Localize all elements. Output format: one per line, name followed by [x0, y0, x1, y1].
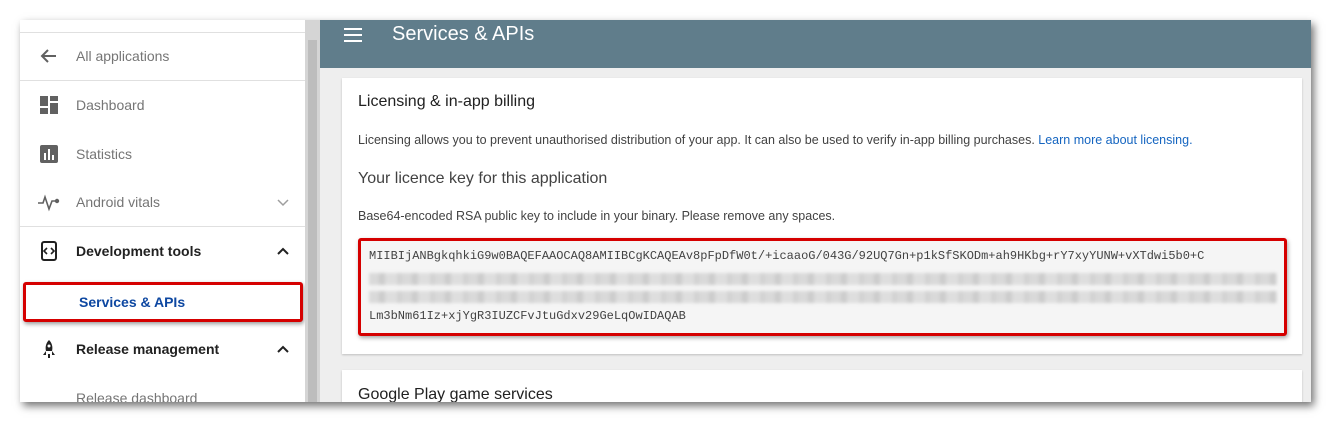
back-to-all-applications[interactable]: All applications	[20, 32, 305, 80]
game-services-card: Google Play game services	[342, 370, 1302, 402]
sidebar-item-label: Release dashboard	[76, 390, 198, 402]
key-heading: Your licence key for this application	[358, 170, 608, 187]
sidebar-item-label: Dashboard	[76, 97, 145, 113]
key-line-first: MIIBIjANBgkqhkiG9w0BAQEFAAOCAQ8AMIIBCgKC…	[369, 249, 1205, 263]
top-app-bar: Services & APIs	[320, 20, 1311, 68]
page-title: Services & APIs	[392, 23, 535, 45]
sidebar-item-label: Services & APIs	[79, 294, 186, 310]
chevron-up-icon[interactable]	[275, 243, 291, 259]
description-text: Licensing allows you to prevent unauthor…	[358, 133, 1035, 147]
sidebar-item-services-apis[interactable]: Services & APIs	[23, 282, 303, 322]
chevron-up-icon[interactable]	[275, 341, 291, 357]
learn-more-link[interactable]: Learn more about licensing.	[1038, 133, 1192, 147]
vitals-icon	[38, 191, 60, 213]
licensing-description: Licensing allows you to prevent unauthor…	[358, 133, 1193, 147]
chevron-down-icon[interactable]	[275, 194, 291, 210]
card-title: Licensing & in-app billing	[358, 93, 535, 110]
sidebar-item-statistics[interactable]: Statistics	[20, 130, 305, 178]
back-label: All applications	[76, 48, 170, 64]
key-description: Base64-encoded RSA public key to include…	[358, 209, 836, 223]
rocket-icon	[38, 338, 60, 360]
card-title: Google Play game services	[358, 386, 553, 402]
sidebar-item-release-dashboard[interactable]: Release dashboard	[20, 374, 305, 402]
statistics-icon	[38, 143, 60, 165]
app-window: All applications Dashboard Statistics An…	[20, 20, 1311, 402]
dev-tools-icon	[38, 240, 60, 262]
sidebar-item-development-tools[interactable]: Development tools	[20, 227, 305, 275]
sidebar-item-label: Development tools	[76, 243, 202, 259]
sidebar-scrollbar[interactable]	[305, 20, 320, 402]
licensing-card: Licensing & in-app billing Licensing all…	[342, 78, 1302, 354]
sidebar-item-label: Android vitals	[76, 194, 161, 210]
sidebar-item-label: Statistics	[76, 146, 133, 162]
licence-key-field[interactable]: MIIBIjANBgkqhkiG9w0BAQEFAAOCAQ8AMIIBCgKC…	[358, 238, 1287, 336]
blurred-key-line	[369, 273, 1277, 285]
sidebar-item-label: Release management	[76, 341, 220, 357]
key-line-last: Lm3bNm61Iz+xjYgR3IUZCFvJtuGdxv29GeLqOwID…	[369, 309, 686, 323]
blurred-key-line	[369, 291, 1277, 303]
arrow-back-icon	[38, 45, 60, 67]
sidebar-item-dashboard[interactable]: Dashboard	[20, 81, 305, 129]
sidebar-item-android-vitals[interactable]: Android vitals	[20, 178, 305, 226]
dashboard-icon	[38, 94, 60, 116]
sidebar: All applications Dashboard Statistics An…	[20, 20, 305, 402]
scrollbar-thumb[interactable]	[308, 40, 317, 402]
sidebar-item-release-management[interactable]: Release management	[20, 325, 305, 373]
hamburger-menu-icon[interactable]	[344, 28, 362, 42]
